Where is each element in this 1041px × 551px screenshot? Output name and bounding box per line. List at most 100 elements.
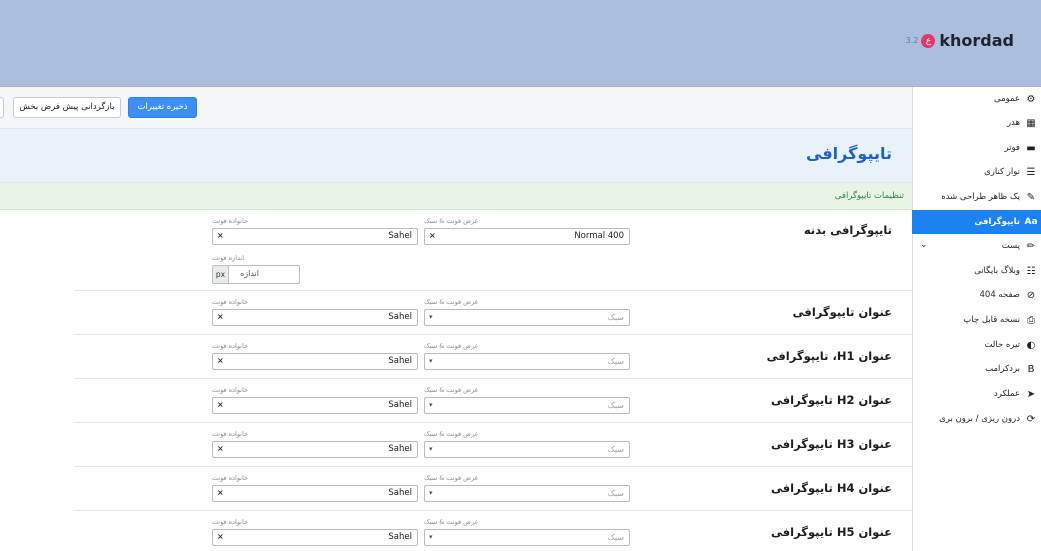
font-family-label: خانواده فونت — [212, 430, 248, 438]
row-title: عنوان H5 تایپوگرافی — [771, 525, 892, 539]
font-style-placeholder: سبک — [607, 357, 624, 366]
section-header: تنظیمات تایپوگرافی — [0, 183, 912, 210]
sync-icon: ⟳ — [1026, 413, 1036, 425]
font-family-label: خانواده فونت — [212, 474, 248, 482]
font-weight-label: عرض فونت & سبک — [424, 298, 479, 306]
brush-icon: ✎ — [1026, 191, 1036, 203]
font-weight-select[interactable]: Normal 400 × — [424, 228, 630, 245]
font-family-select[interactable]: Sahel × — [212, 485, 418, 502]
font-family-select[interactable]: Sahel × — [212, 353, 418, 370]
typography-row: عنوان تایپوگرافی عرض فونت & سبک خانواده فو… — [74, 291, 912, 335]
unit-label: px — [213, 266, 229, 283]
row-title: عنوان H4 تایپوگرافی — [771, 481, 892, 495]
typography-row: عنوان H1، تایپوگرافی عرض فونت & سبک خانواد… — [74, 335, 912, 379]
header-icon: ▦ — [1026, 117, 1036, 129]
print-icon: ⎙ — [1027, 314, 1035, 326]
sidebar-item-label: پست — [1001, 241, 1020, 251]
font-size-input[interactable]: اندازه px — [212, 265, 300, 284]
dropdown-caret-icon[interactable]: ▾ — [429, 445, 433, 453]
sidebar-item-header[interactable]: ▦ هدر — [912, 111, 1041, 135]
save-button[interactable]: ذخیره تغییرات — [128, 97, 197, 118]
clear-family-icon[interactable]: × — [217, 356, 224, 365]
sidebar-item-label: تایپوگرافی — [974, 217, 1020, 227]
font-weight-select[interactable]: سبک ▾ — [424, 529, 630, 546]
sidebar-item-label: وبلاگ بایگانی — [974, 266, 1020, 276]
sidebar-item-sync[interactable]: ⟳ درون ریزی / برون بری — [912, 407, 1041, 431]
font-family-value: Sahel — [388, 400, 412, 410]
font-family-value: Sahel — [388, 532, 412, 542]
font-family-label: خانواده فونت — [212, 518, 248, 526]
dropdown-caret-icon[interactable]: ▾ — [429, 533, 433, 541]
clear-family-icon[interactable]: × — [217, 231, 224, 240]
font-weight-select[interactable]: سبک ▾ — [424, 353, 630, 370]
font-style-placeholder: سبک — [607, 445, 624, 454]
brand: 3.2 ع khordad — [906, 31, 1014, 50]
font-family-select[interactable]: Sahel × — [212, 309, 418, 326]
font-family-select[interactable]: Sahel × — [212, 441, 418, 458]
extra-button[interactable] — [0, 97, 4, 118]
clear-weight-icon[interactable]: × — [429, 231, 436, 240]
sidebar-item-label: یک ظاهر طراحی شده — [941, 192, 1020, 202]
typography-icon: Aa — [1024, 217, 1038, 227]
clear-family-icon[interactable]: × — [217, 444, 224, 453]
typography-row: عنوان H2 تایپوگرافی عرض فونت & سبک خانواده… — [74, 379, 912, 423]
sidebar-item-print[interactable]: ⎙ نسخه قابل چاپ — [912, 308, 1041, 332]
font-family-value: Sahel — [388, 444, 412, 454]
brand-name: khordad — [939, 31, 1014, 50]
sidebar-item-sidebar[interactable]: ☰ نوار کناری — [912, 160, 1041, 184]
font-family-label: خانواده فونت — [212, 342, 248, 350]
font-family-label: خانواده فونت — [212, 386, 248, 394]
sidebar-item-label: هدر — [1006, 118, 1020, 128]
row-title: تایپوگرافی بدنه — [803, 223, 892, 237]
dropdown-caret-icon[interactable]: ▾ — [429, 401, 433, 409]
typography-row: عنوان H5 تایپوگرافی عرض فونت & سبک خانواده… — [74, 511, 912, 551]
font-family-select[interactable]: Sahel × — [212, 529, 418, 546]
sidebar-item-gear[interactable]: ⚙ عمومی — [912, 87, 1041, 111]
sidebar-item-bold[interactable]: B بردکرامب — [912, 357, 1041, 381]
dropdown-caret-icon[interactable]: ▾ — [429, 313, 433, 321]
section-title: تنظیمات تایپوگرافی — [834, 191, 904, 201]
font-weight-select[interactable]: سبک ▾ — [424, 485, 630, 502]
font-family-value: Sahel — [388, 356, 412, 366]
sidebar-item-list[interactable]: ☷ وبلاگ بایگانی — [912, 259, 1041, 283]
dropdown-caret-icon[interactable]: ▾ — [429, 489, 433, 497]
sidebar-item-label: تیره حالت — [984, 340, 1020, 350]
clear-family-icon[interactable]: × — [217, 532, 224, 541]
reset-section-button[interactable]: بازگردانی پیش فرض بخش — [13, 97, 121, 118]
font-weight-label: عرض فونت & سبک — [424, 386, 479, 394]
font-family-select[interactable]: Sahel × — [212, 397, 418, 414]
sidebar-item-label: عمومی — [993, 94, 1020, 104]
font-family-value: Sahel — [388, 231, 412, 241]
sidebar-item-pencil[interactable]: ✏ پست ⌄ — [912, 234, 1041, 258]
sidebar-item-label: نسخه قابل چاپ — [963, 315, 1020, 325]
clear-family-icon[interactable]: × — [217, 400, 224, 409]
sidebar-item-typography[interactable]: Aa تایپوگرافی — [912, 210, 1041, 234]
typography-row: تایپوگرافی بدنه عرض فونت & سبک خانواده فون… — [74, 210, 912, 291]
gear-icon: ⚙ — [1026, 93, 1036, 105]
sidebar-item-label: بردکرامب — [985, 364, 1020, 374]
chevron-down-icon[interactable]: ⌄ — [920, 240, 928, 250]
sidebar-item-footer[interactable]: ▬ فوتر — [912, 136, 1041, 160]
font-weight-select[interactable]: سبک ▾ — [424, 309, 630, 326]
font-family-value: Sahel — [388, 312, 412, 322]
dropdown-caret-icon[interactable]: ▾ — [429, 357, 433, 365]
sidebar-item-label: عملکرد — [994, 389, 1020, 399]
font-weight-label: عرض فونت & سبک — [424, 342, 479, 350]
sidebar-item-ban[interactable]: ⊘ صفحه 404 — [912, 283, 1041, 307]
toolbar: بازگردانی پیش فرض بخش ذخیره تغییرات — [0, 87, 912, 129]
font-weight-select[interactable]: سبک ▾ — [424, 397, 630, 414]
clear-family-icon[interactable]: × — [217, 312, 224, 321]
sidebar-item-rocket[interactable]: ➤ عملکرد — [912, 382, 1041, 406]
clear-family-icon[interactable]: × — [217, 488, 224, 497]
font-weight-label: عرض فونت & سبک — [424, 474, 479, 482]
sidebar-item-brush[interactable]: ✎ یک ظاهر طراحی شده — [912, 185, 1041, 209]
version-label: 3.2 — [905, 36, 919, 45]
sidebar: ⚙ عمومی ▦ هدر ▬ فوتر ☰ نوار کناری ✎ یک ظاهر طراحی… — [912, 87, 1041, 551]
font-style-placeholder: سبک — [607, 313, 624, 322]
font-weight-select[interactable]: سبک ▾ — [424, 441, 630, 458]
sidebar-item-dark-mode[interactable]: ◐ تیره حالت — [912, 333, 1041, 357]
font-family-select[interactable]: Sahel × — [212, 228, 418, 245]
font-weight-value: Normal 400 — [574, 231, 624, 241]
bold-icon: B — [1027, 363, 1035, 375]
font-style-placeholder: سبک — [607, 401, 624, 410]
